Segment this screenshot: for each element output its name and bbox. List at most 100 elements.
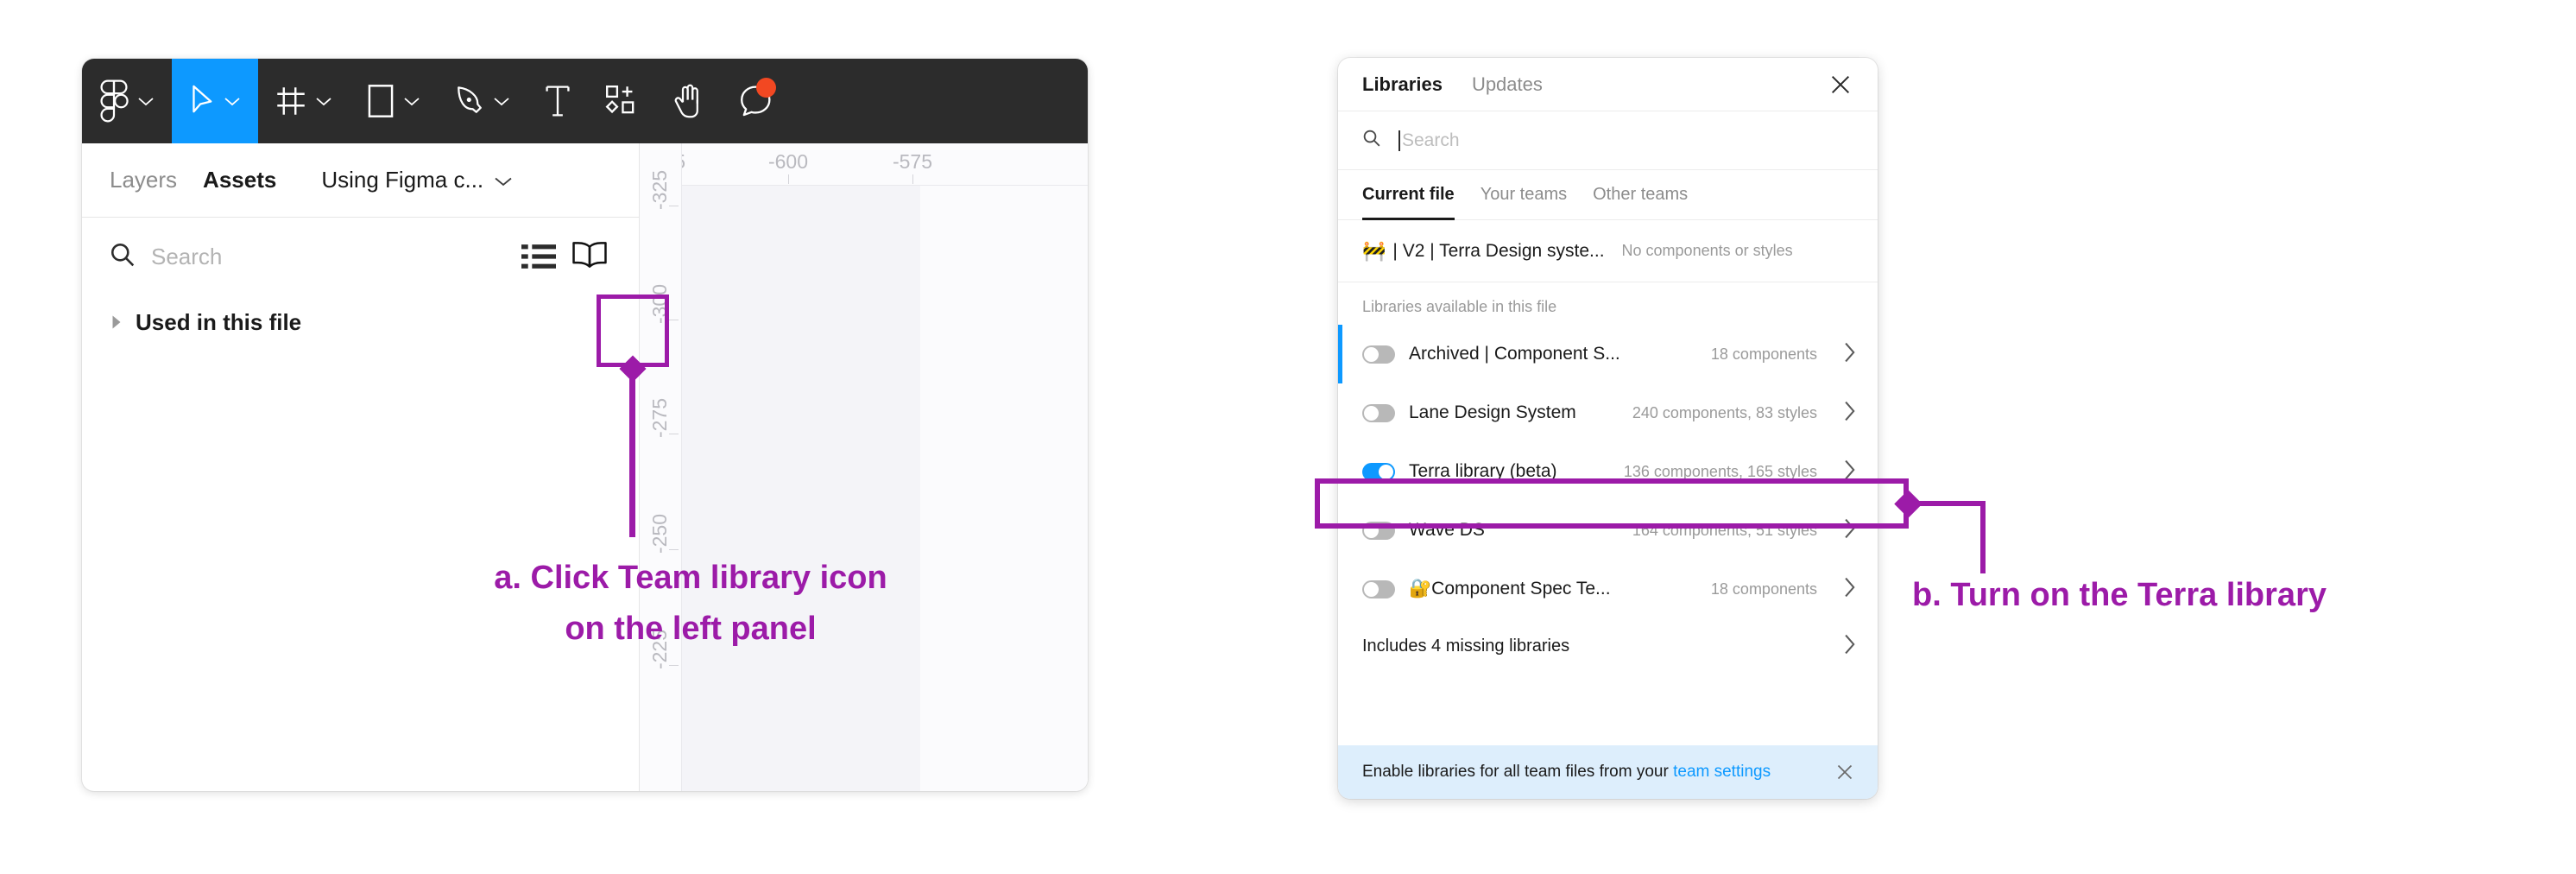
canvas-frame: [681, 185, 920, 791]
hand-icon: [672, 83, 705, 119]
tool-text[interactable]: [527, 59, 588, 143]
banner-text: Enable libraries for all team files from…: [1362, 763, 1771, 782]
tool-resources[interactable]: [588, 59, 655, 143]
list-view-icon[interactable]: [515, 232, 563, 281]
lock-emoji-icon: 🔐: [1409, 579, 1432, 598]
tool-pen[interactable]: [438, 59, 527, 143]
ruler-label-v: -275: [648, 397, 671, 439]
library-name: 🔐 Component Spec Te...: [1409, 579, 1611, 599]
ruler-tick: [669, 549, 679, 550]
tool-hand[interactable]: [655, 59, 723, 143]
current-file-meta: No components or styles: [1621, 242, 1793, 259]
annotation-a-line1: a. Click Team library icon: [494, 560, 887, 596]
annotation-connector-b-vertical: [1980, 501, 1986, 573]
subtab-current-file[interactable]: Current file: [1362, 170, 1455, 220]
vertical-ruler: -325 -300 -275 -250 -225: [640, 143, 682, 791]
annotation-b-text: b. Turn on the Terra library: [1912, 577, 2327, 613]
library-selector[interactable]: Using Figma c...: [321, 167, 513, 193]
libraries-available-label: Libraries available in this file: [1362, 298, 1557, 315]
pen-icon: [455, 85, 484, 117]
text-caret: [1398, 130, 1400, 151]
tab-assets[interactable]: Assets: [203, 167, 276, 193]
library-row-archived[interactable]: Archived | Component S... 18 components: [1338, 325, 1878, 383]
ruler-tick: [669, 665, 679, 666]
tool-shape[interactable]: [350, 59, 438, 143]
chevron-down-icon[interactable]: [224, 96, 241, 107]
triangle-right-icon: [110, 309, 123, 336]
enable-libraries-banner: Enable libraries for all team files from…: [1338, 745, 1878, 799]
current-file-name: | V2 | Terra Design syste...: [1392, 240, 1605, 261]
library-row-component-spec[interactable]: 🔐 Component Spec Te... 18 components: [1338, 560, 1878, 618]
chevron-down-icon[interactable]: [403, 96, 420, 107]
tab-updates[interactable]: Updates: [1472, 73, 1543, 96]
annotation-a-line2: on the left panel: [565, 610, 817, 647]
ruler-label-h: -600: [767, 150, 809, 173]
annotation-connector-a: [629, 369, 635, 537]
search-input[interactable]: Search: [151, 244, 515, 270]
subtab-other-teams[interactable]: Other teams: [1593, 170, 1688, 220]
ruler-label-v: -325: [648, 169, 671, 211]
chevron-right-icon[interactable]: [1841, 576, 1857, 603]
components-plugins-icon: [605, 85, 638, 117]
close-icon[interactable]: [1833, 760, 1857, 784]
tab-layers[interactable]: Layers: [110, 167, 177, 193]
construction-emoji-icon: 🚧: [1362, 239, 1386, 262]
ruler-label-h: -575: [892, 150, 933, 173]
libraries-search-input[interactable]: Search: [1402, 130, 1460, 151]
close-icon[interactable]: [1826, 70, 1855, 99]
cursor-move-icon: [189, 83, 215, 119]
library-row-lane-design-system[interactable]: Lane Design System 240 components, 83 st…: [1338, 383, 1878, 442]
figma-canvas[interactable]: -625 -600 -575 -325 -300 -275 -250 -225: [639, 143, 1088, 791]
library-meta: 18 components: [1710, 345, 1817, 363]
text-icon: [545, 85, 571, 117]
subtab-your-teams[interactable]: Your teams: [1481, 170, 1567, 220]
library-meta: 240 components, 83 styles: [1632, 403, 1817, 421]
library-selector-label: Using Figma c...: [321, 167, 484, 193]
library-toggle[interactable]: [1362, 580, 1395, 598]
library-toggle[interactable]: [1362, 403, 1395, 422]
rectangle-icon: [367, 84, 395, 118]
library-toggle[interactable]: [1362, 345, 1395, 364]
book-open-icon: [571, 240, 608, 274]
libraries-subtabs: Current file Your teams Other teams: [1338, 170, 1878, 220]
assets-search-row: Search: [82, 218, 639, 295]
team-library-button[interactable]: [563, 230, 616, 283]
figma-logo-icon: [99, 79, 129, 123]
frame-icon: [275, 86, 306, 117]
chevron-down-icon[interactable]: [137, 96, 155, 107]
library-meta: 18 components: [1710, 580, 1817, 598]
ruler-label-v: -250: [648, 513, 671, 554]
tool-comment[interactable]: [723, 59, 790, 143]
chevron-right-icon[interactable]: [1841, 400, 1857, 427]
annotation-a-text: a. Click Team library icon on the left p…: [380, 553, 1001, 655]
library-name: Archived | Component S...: [1409, 344, 1620, 364]
annotation-highlight-terra-library-row: [1315, 478, 1909, 529]
banner-text-before: Enable libraries for all team files from…: [1362, 763, 1674, 781]
tab-libraries[interactable]: Libraries: [1362, 73, 1443, 96]
used-in-this-file-label: Used in this file: [136, 309, 302, 335]
tool-frame[interactable]: [258, 59, 350, 143]
libraries-modal: Libraries Updates Search Current file Yo…: [1338, 58, 1878, 799]
figma-toolbar: [82, 59, 1088, 143]
library-name-text: Component Spec Te...: [1431, 579, 1611, 598]
tool-move[interactable]: [172, 59, 258, 143]
horizontal-ruler: -625 -600 -575: [640, 143, 1088, 186]
used-in-this-file-section[interactable]: Used in this file: [110, 309, 628, 336]
ruler-tick: [788, 174, 789, 184]
libraries-modal-header: Libraries Updates: [1338, 58, 1878, 111]
team-settings-link[interactable]: team settings: [1673, 763, 1771, 781]
library-name: Lane Design System: [1409, 402, 1576, 422]
search-icon: [1362, 129, 1381, 152]
chevron-right-icon[interactable]: [1841, 341, 1857, 368]
chevron-right-icon[interactable]: [1841, 633, 1857, 660]
figma-window: Layers Assets Using Figma c... Search Us…: [82, 59, 1088, 791]
current-file-row[interactable]: 🚧 | V2 | Terra Design syste... No compon…: [1338, 220, 1878, 282]
chevron-down-icon[interactable]: [315, 96, 332, 107]
missing-libraries-label: Includes 4 missing libraries: [1362, 636, 1570, 656]
libraries-search-row: Search: [1338, 111, 1878, 170]
assets-panel-tabs: Layers Assets Using Figma c...: [82, 143, 639, 218]
ruler-tick: [912, 174, 913, 184]
chevron-down-icon[interactable]: [493, 96, 510, 107]
tool-figma-menu[interactable]: [82, 59, 172, 143]
missing-libraries-row[interactable]: Includes 4 missing libraries: [1338, 618, 1878, 674]
